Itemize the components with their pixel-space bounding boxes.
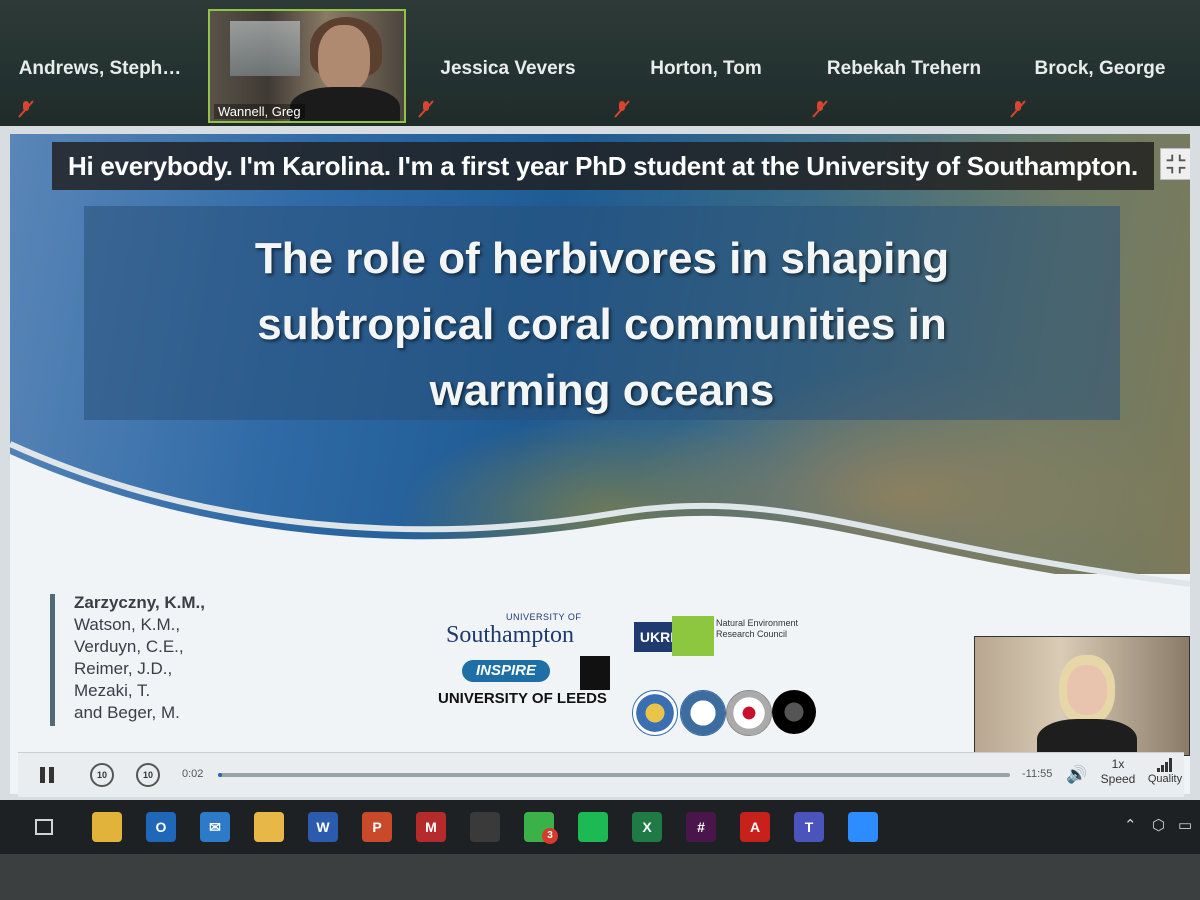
participant-strip: Andrews, Steph… Wannell, Greg Jessica Ve… <box>0 0 1200 128</box>
speaker-video-overlay[interactable] <box>974 636 1190 756</box>
participant-video-tile[interactable]: Wannell, Greg <box>208 9 406 123</box>
participant-tile[interactable]: Jessica Vevers <box>410 0 606 128</box>
dropbox-sync-icon[interactable]: ⬡ <box>1152 816 1165 834</box>
pause-button[interactable] <box>40 763 56 787</box>
crest-seal-icon <box>726 690 772 736</box>
elapsed-time: 0:02 <box>182 768 204 780</box>
file-explorer-icon[interactable] <box>254 812 284 842</box>
progress-bar[interactable] <box>218 773 1010 777</box>
whatsapp-icon[interactable]: 3 <box>524 812 558 844</box>
tower-logo-icon <box>580 656 610 690</box>
nerc-logo-icon <box>672 616 714 656</box>
zoom-icon[interactable] <box>848 812 878 842</box>
progress-fill <box>218 773 222 777</box>
powerpoint-icon[interactable]: P <box>362 812 392 842</box>
participant-face <box>318 25 370 91</box>
round-seal-icon <box>680 690 726 736</box>
participant-name: Horton, Tom <box>650 58 762 79</box>
signal-bars-icon <box>1157 757 1173 772</box>
spotify-icon[interactable] <box>578 812 608 842</box>
tray-chevron-icon[interactable]: ⌃ <box>1124 816 1137 834</box>
background-window <box>230 21 300 76</box>
participant-name: Rebekah Trehern <box>826 58 982 79</box>
participant-tile[interactable]: Rebekah Trehern <box>806 0 1002 128</box>
live-caption: Hi everybody. I'm Karolina. I'm a first … <box>52 142 1154 190</box>
shared-screen: Hi everybody. I'm Karolina. I'm a first … <box>0 126 1200 800</box>
teams-icon[interactable]: T <box>794 812 824 842</box>
remaining-time: -11:55 <box>1022 768 1053 780</box>
speed-value: 1x <box>1111 757 1125 771</box>
inspire-logo: INSPIRE <box>462 660 550 682</box>
volume-icon[interactable]: 🔊 <box>1066 765 1088 789</box>
mendeley-icon[interactable]: M <box>416 812 446 842</box>
acrobat-icon[interactable]: A <box>740 812 770 842</box>
exit-fullscreen-icon[interactable] <box>1160 148 1190 180</box>
participant-name: Brock, George <box>1034 58 1166 79</box>
windows-taskbar: O ✉ W P M 3 X # A T ⌃ ⬡ ▭ <box>0 800 1200 854</box>
southampton-logo: Southampton <box>446 622 575 648</box>
inkscape-icon[interactable] <box>470 812 500 842</box>
monitor-bezel <box>0 854 1200 900</box>
speed-button[interactable]: 1x Speed <box>1098 757 1138 786</box>
slide-title: The role of herbivores in shaping subtro… <box>254 234 950 415</box>
notification-badge: 3 <box>542 828 558 844</box>
mail-icon[interactable]: ✉ <box>200 812 230 842</box>
quality-button[interactable]: Quality <box>1142 757 1188 785</box>
excel-icon[interactable]: X <box>632 812 662 842</box>
author-list: Zarzyczny, K.M., Watson, K.M., Verduyn, … <box>74 593 205 722</box>
skip-back-button[interactable]: 10 <box>90 763 114 787</box>
speaker-face <box>1067 665 1107 715</box>
skip-forward-button[interactable]: 10 <box>136 763 160 787</box>
participant-tile[interactable]: Andrews, Steph… <box>0 0 200 128</box>
leeds-logo: UNIVERSITY OF LEEDS <box>438 690 607 707</box>
slide-title-box: The role of herbivores in shaping subtro… <box>84 206 1120 420</box>
video-player-controls: 10 10 0:02 -11:55 🔊 1x Speed Quality <box>18 752 1184 797</box>
quality-label: Quality <box>1147 773 1183 785</box>
network-icon[interactable]: ▭ <box>1178 816 1192 834</box>
participant-tile[interactable]: Brock, George <box>1000 0 1200 128</box>
institution-logos: UNIVERSITY OF Southampton INSPIRE UNIVER… <box>436 612 816 752</box>
word-icon[interactable]: W <box>308 812 338 842</box>
nerc-logo-text: Natural Environment Research Council <box>716 618 799 639</box>
wave-seal-icon <box>632 690 678 736</box>
task-view-icon[interactable] <box>30 812 60 842</box>
participant-name: Jessica Vevers <box>440 58 576 79</box>
outlook-icon[interactable]: O <box>146 812 176 842</box>
participant-name: Wannell, Greg <box>214 104 305 119</box>
chrome-icon[interactable] <box>92 812 122 842</box>
mic-muted-icon <box>18 100 34 118</box>
participant-name: Andrews, Steph… <box>18 58 182 79</box>
speed-label: Speed <box>1100 772 1136 786</box>
dark-seal-icon <box>772 690 816 734</box>
authors-accent-bar <box>50 594 55 726</box>
southampton-logo-small: UNIVERSITY OF <box>506 612 582 622</box>
slack-icon[interactable]: # <box>686 812 716 842</box>
participant-tile[interactable]: Horton, Tom <box>606 0 806 128</box>
